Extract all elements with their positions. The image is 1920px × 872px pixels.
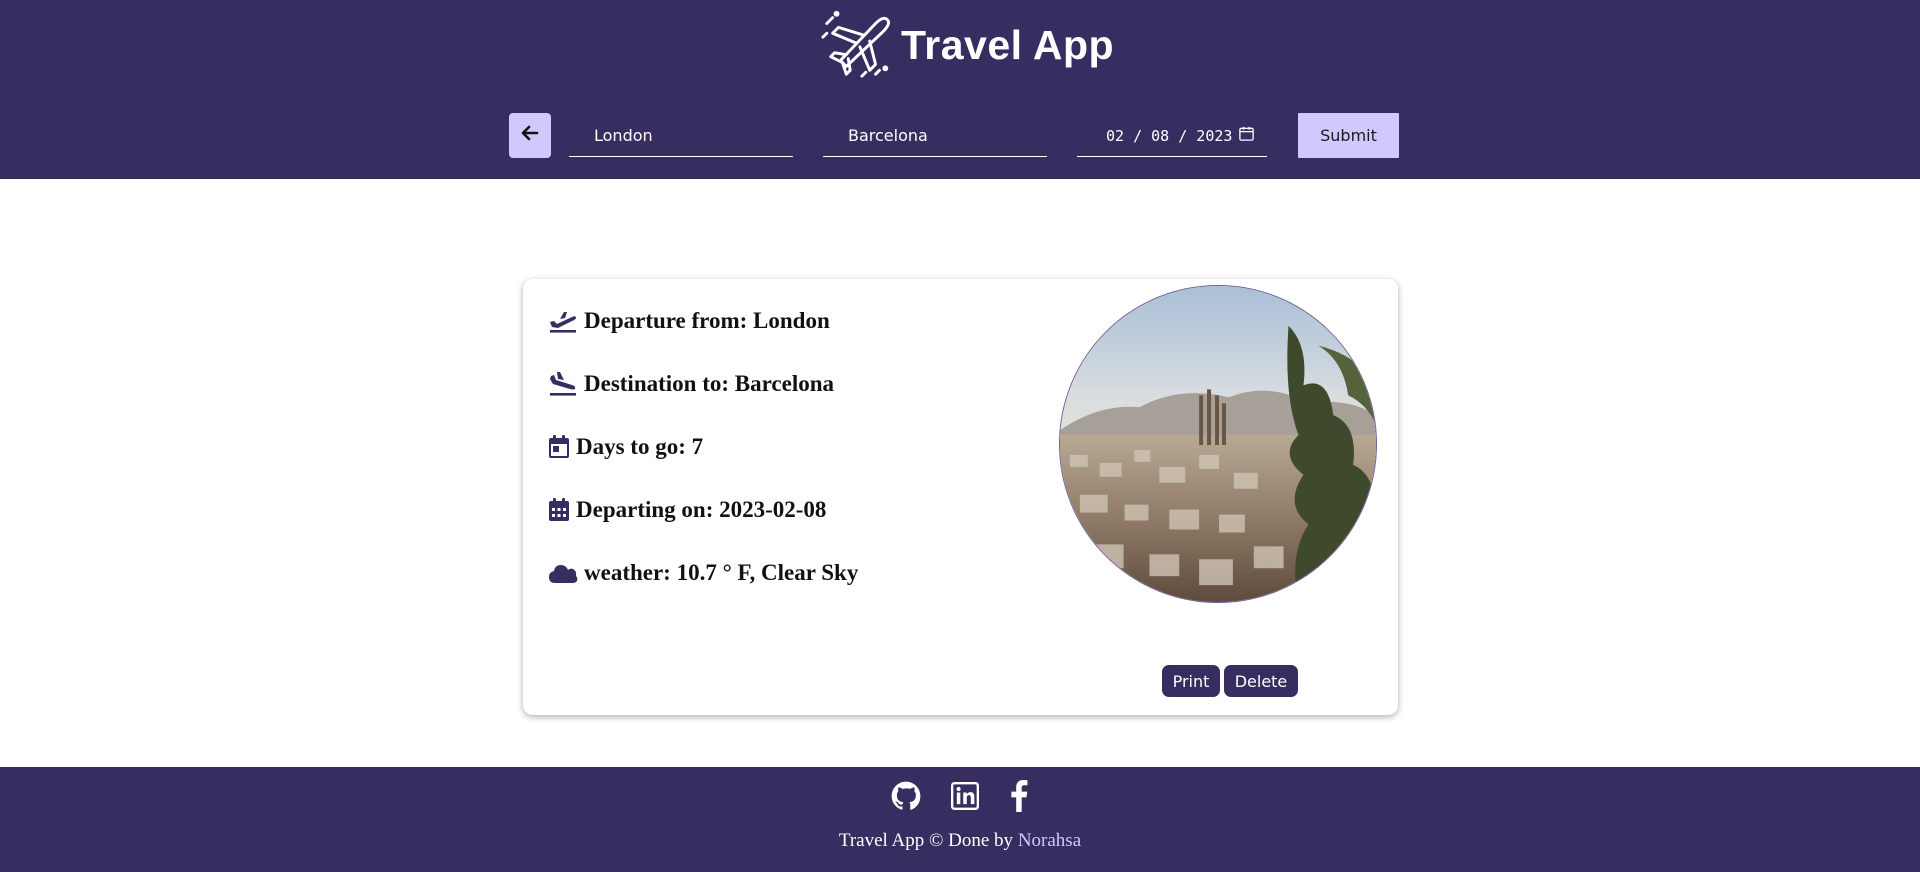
delete-button[interactable]: Delete [1224, 665, 1298, 697]
trip-departure-text: Departure from: London [584, 308, 830, 333]
social-links [0, 779, 1920, 815]
submit-button[interactable]: Submit [1298, 113, 1399, 158]
calendar-day-icon [548, 435, 570, 459]
trip-weather-text: weather: 10.7 ° F, Clear Sky [584, 560, 859, 585]
linkedin-icon[interactable] [949, 779, 981, 813]
footer: Travel App © Done by Norahsa [0, 767, 1920, 872]
brand: Travel App [819, 5, 1114, 85]
trip-departure-row: Departure from: London [548, 307, 858, 335]
plane-departure-icon [548, 309, 578, 333]
trip-date-row: Departing on: 2023-02-08 [548, 496, 858, 524]
trip-details: Departure from: London Destination to: B… [548, 307, 858, 622]
destination-city-input[interactable] [823, 115, 1047, 157]
print-button[interactable]: Print [1162, 665, 1220, 697]
trip-days-row: Days to go: 7 [548, 433, 858, 461]
departure-date-input[interactable]: 02 / 08 / 2023 [1077, 115, 1267, 157]
trip-card: Departure from: London Destination to: B… [523, 279, 1398, 715]
footer-credit-text: Travel App © Done by [838, 830, 1018, 851]
plane-arrival-icon [548, 372, 578, 396]
date-value: 02 / 08 / 2023 [1106, 126, 1233, 145]
city-photo [1059, 285, 1377, 603]
trip-days-text: Days to go: 7 [576, 434, 704, 459]
back-button[interactable] [509, 113, 551, 158]
departure-city-input[interactable] [569, 115, 793, 157]
calendar-icon[interactable] [1238, 125, 1255, 147]
github-icon[interactable] [890, 779, 922, 813]
trip-destination-text: Destination to: Barcelona [584, 371, 835, 396]
trip-destination-row: Destination to: Barcelona [548, 370, 858, 398]
author-link[interactable]: Norahsa [1018, 830, 1081, 851]
calendar-days-icon [548, 498, 570, 522]
app-title: Travel App [901, 21, 1115, 68]
trip-date-text: Departing on: 2023-02-08 [576, 497, 827, 522]
trip-search-form: 02 / 08 / 2023 Submit [0, 113, 1920, 159]
arrow-left-icon [520, 123, 540, 148]
header: Travel App 02 / 08 / 2023 Submit [0, 0, 1920, 179]
facebook-icon[interactable] [1003, 779, 1035, 813]
trip-weather-row: weather: 10.7 ° F, Clear Sky [548, 559, 858, 587]
airplane-icon [819, 4, 897, 87]
cloud-icon [548, 562, 578, 584]
footer-credit: Travel App © Done by Norahsa [0, 830, 1920, 852]
